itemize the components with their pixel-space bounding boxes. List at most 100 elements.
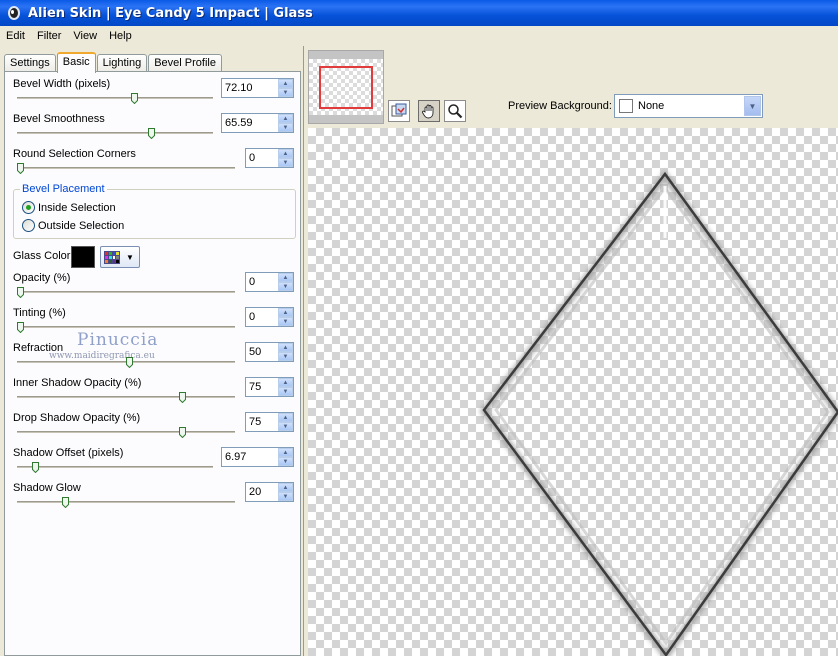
slider-thumb[interactable] (17, 322, 24, 333)
chevron-down-icon[interactable]: ▼ (126, 253, 134, 262)
bevel-width-value[interactable]: 72.10 (222, 79, 278, 97)
spin-down-icon[interactable]: ▼ (278, 422, 293, 431)
navigator-thumbnail[interactable] (308, 50, 384, 124)
slider-thumb[interactable] (62, 497, 69, 508)
glass-color-swatch[interactable] (71, 246, 95, 268)
glass-color-label: Glass Color (13, 250, 71, 262)
round-corners-field[interactable]: 0 ▲ ▼ (245, 148, 294, 168)
radio-unchecked-icon[interactable] (22, 219, 35, 232)
tab-bevel-profile[interactable]: Bevel Profile (148, 54, 222, 72)
spin-up-icon[interactable]: ▲ (278, 273, 293, 282)
tinting-field[interactable]: 0 ▲ ▼ (245, 307, 294, 327)
opacity-label: Opacity (%) (13, 272, 71, 284)
background-swatch (619, 99, 633, 113)
spin-up-icon[interactable]: ▲ (278, 448, 293, 457)
menu-edit[interactable]: Edit (0, 27, 31, 45)
bevel-width-field[interactable]: 72.10 ▲ ▼ (221, 78, 294, 98)
spin-up-icon[interactable]: ▲ (278, 149, 293, 158)
zoom-icon[interactable] (447, 103, 463, 119)
spin-down-icon[interactable]: ▼ (278, 492, 293, 501)
chevron-down-icon[interactable]: ▼ (744, 96, 761, 116)
tinting-slider[interactable] (17, 322, 235, 333)
radio-inside-selection[interactable]: Inside Selection (22, 201, 116, 214)
basic-tab-pane: Bevel Width (pixels) 72.10 ▲ ▼ Bevel Smoo… (4, 71, 301, 656)
tab-settings[interactable]: Settings (4, 54, 56, 72)
hand-icon[interactable] (421, 103, 437, 119)
slider-thumb[interactable] (131, 93, 138, 104)
spin-down-icon[interactable]: ▼ (278, 88, 293, 97)
bevel-smoothness-slider[interactable] (17, 128, 213, 139)
radio-outside-selection[interactable]: Outside Selection (22, 219, 124, 232)
menu-view[interactable]: View (67, 27, 103, 45)
slider-thumb[interactable] (148, 128, 155, 139)
alien-skin-icon (8, 6, 20, 20)
hand-tool-button[interactable] (418, 100, 440, 122)
outside-selection-label[interactable]: Outside Selection (38, 220, 124, 232)
shadow-glow-slider[interactable] (17, 497, 235, 508)
shadow-glow-field[interactable]: 20 ▲ ▼ (245, 482, 294, 502)
bevel-smoothness-field[interactable]: 65.59 ▲ ▼ (221, 113, 294, 133)
spin-up-icon[interactable]: ▲ (278, 378, 293, 387)
shadow-offset-field[interactable]: 6.97 ▲ ▼ (221, 447, 294, 467)
shadow-offset-value[interactable]: 6.97 (222, 448, 278, 466)
spin-up-icon[interactable]: ▲ (278, 308, 293, 317)
preview-panel: Preview Background: None ▼ (303, 46, 838, 656)
color-picker-button[interactable]: ▼ (100, 246, 140, 268)
zoom-tool-button[interactable] (444, 100, 466, 122)
slider-thumb[interactable] (17, 163, 24, 174)
spin-up-icon[interactable]: ▲ (278, 114, 293, 123)
shadow-glow-value[interactable]: 20 (246, 483, 278, 501)
spin-down-icon[interactable]: ▼ (278, 123, 293, 132)
round-corners-label: Round Selection Corners (13, 148, 136, 160)
opacity-slider[interactable] (17, 287, 235, 298)
bevel-smoothness-value[interactable]: 65.59 (222, 114, 278, 132)
inside-selection-label[interactable]: Inside Selection (38, 202, 116, 214)
spin-up-icon[interactable]: ▲ (278, 343, 293, 352)
bevel-placement-group: Bevel Placement Inside Selection Outside… (13, 183, 296, 239)
slider-thumb[interactable] (179, 427, 186, 438)
slider-thumb[interactable] (32, 462, 39, 473)
tab-basic[interactable]: Basic (56, 52, 96, 73)
refraction-field[interactable]: 50 ▲ ▼ (245, 342, 294, 362)
preview-background-value[interactable]: None (638, 100, 664, 112)
round-corners-value[interactable]: 0 (246, 149, 278, 167)
inner-shadow-opacity-slider[interactable] (17, 392, 235, 403)
spin-up-icon[interactable]: ▲ (278, 483, 293, 492)
spin-down-icon[interactable]: ▼ (278, 317, 293, 326)
slider-thumb[interactable] (126, 357, 133, 368)
refraction-value[interactable]: 50 (246, 343, 278, 361)
bevel-width-label: Bevel Width (pixels) (13, 78, 111, 90)
tinting-label: Tinting (%) (13, 307, 66, 319)
palette-icon[interactable] (104, 250, 120, 264)
spin-down-icon[interactable]: ▼ (278, 282, 293, 291)
drop-shadow-opacity-slider[interactable] (17, 427, 235, 438)
navigator-viewport-rect[interactable] (319, 66, 373, 109)
spin-down-icon[interactable]: ▼ (278, 457, 293, 466)
menu-help[interactable]: Help (103, 27, 138, 45)
inner-shadow-opacity-value[interactable]: 75 (246, 378, 278, 396)
drop-shadow-opacity-value[interactable]: 75 (246, 413, 278, 431)
shadow-offset-slider[interactable] (17, 462, 213, 473)
round-corners-slider[interactable] (17, 163, 235, 174)
opacity-value[interactable]: 0 (246, 273, 278, 291)
slider-thumb[interactable] (179, 392, 186, 403)
spin-down-icon[interactable]: ▼ (278, 387, 293, 396)
bevel-width-slider[interactable] (17, 93, 213, 104)
preview-background-select[interactable]: None ▼ (614, 94, 763, 118)
spin-down-icon[interactable]: ▼ (278, 352, 293, 361)
spin-down-icon[interactable]: ▼ (278, 158, 293, 167)
menu-filter[interactable]: Filter (31, 27, 67, 45)
inner-shadow-opacity-field[interactable]: 75 ▲ ▼ (245, 377, 294, 397)
opacity-field[interactable]: 0 ▲ ▼ (245, 272, 294, 292)
slider-thumb[interactable] (17, 287, 24, 298)
spin-up-icon[interactable]: ▲ (278, 413, 293, 422)
drop-shadow-opacity-field[interactable]: 75 ▲ ▼ (245, 412, 294, 432)
preview-canvas[interactable] (308, 128, 838, 656)
tinting-value[interactable]: 0 (246, 308, 278, 326)
preview-toggle-button[interactable] (388, 100, 410, 122)
radio-checked-icon[interactable] (22, 201, 35, 214)
preview-toggle-icon[interactable] (391, 103, 407, 119)
refraction-slider[interactable] (17, 357, 235, 368)
tab-lighting[interactable]: Lighting (96, 54, 148, 72)
spin-up-icon[interactable]: ▲ (278, 79, 293, 88)
